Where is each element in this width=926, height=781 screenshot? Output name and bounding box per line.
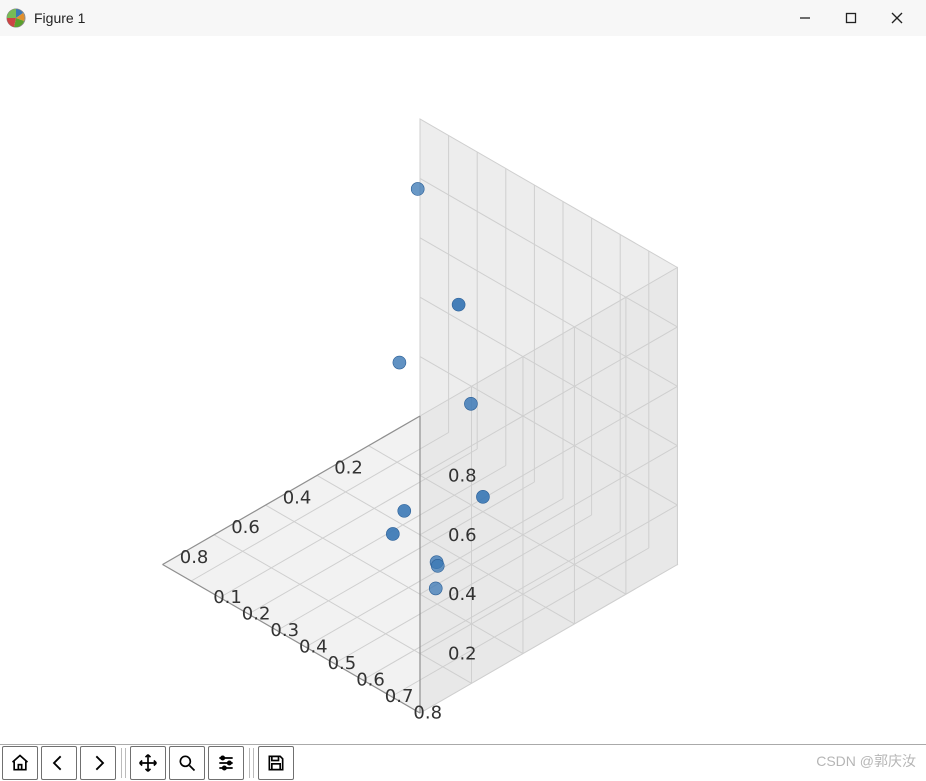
window-title: Figure 1 [34,10,85,26]
svg-text:0.4: 0.4 [299,637,328,658]
matplotlib-toolbar [0,744,926,781]
back-button[interactable] [41,746,77,780]
svg-text:0.8: 0.8 [180,547,209,568]
configure-subplots-button[interactable] [208,746,244,780]
svg-text:0.6: 0.6 [356,670,385,691]
svg-text:0.8: 0.8 [413,703,442,724]
svg-text:0.2: 0.2 [242,604,271,625]
zoom-button[interactable] [169,746,205,780]
toolbar-separator [249,748,254,778]
save-button[interactable] [258,746,294,780]
svg-text:0.3: 0.3 [270,620,299,641]
maximize-button[interactable] [828,2,874,34]
svg-text:0.2: 0.2 [448,644,477,665]
svg-text:0.5: 0.5 [328,653,357,674]
window-titlebar: Figure 1 [0,0,926,37]
forward-button[interactable] [80,746,116,780]
svg-text:0.2: 0.2 [334,458,363,479]
minimize-button[interactable] [782,2,828,34]
figure-canvas[interactable]: 0.20.40.60.80.10.20.30.40.50.60.70.80.20… [0,36,926,745]
svg-text:0.7: 0.7 [385,686,414,707]
svg-text:0.4: 0.4 [448,584,477,605]
svg-text:0.1: 0.1 [213,587,242,608]
svg-text:0.8: 0.8 [448,465,477,486]
svg-text:0.6: 0.6 [231,517,260,538]
matplotlib-icon [6,8,26,28]
close-button[interactable] [874,2,920,34]
pan-button[interactable] [130,746,166,780]
svg-text:0.6: 0.6 [448,525,477,546]
scatter-3d-chart: 0.20.40.60.80.10.20.30.40.50.60.70.80.20… [0,36,926,745]
home-button[interactable] [2,746,38,780]
toolbar-separator [121,748,126,778]
svg-text:0.4: 0.4 [283,487,312,508]
